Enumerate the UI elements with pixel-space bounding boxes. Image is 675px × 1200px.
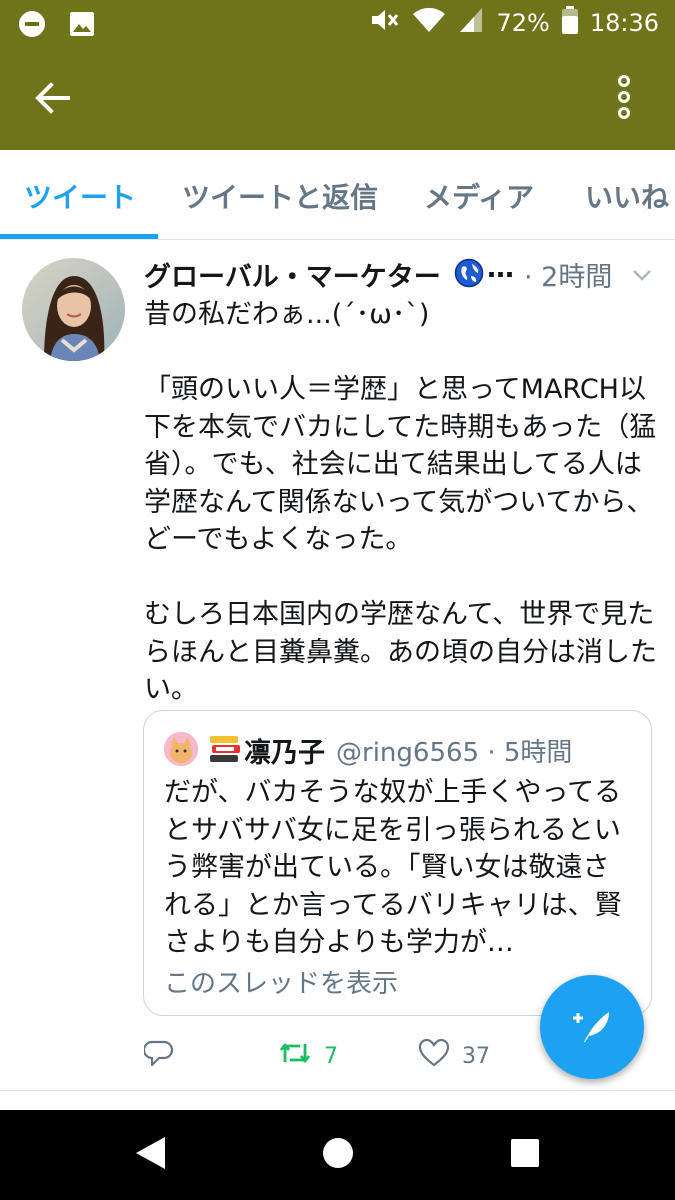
books-icon xyxy=(208,734,242,764)
tweet-timestamp[interactable]: · 2時間 xyxy=(524,255,612,294)
active-tab-indicator xyxy=(0,234,158,239)
compose-feather-icon xyxy=(567,1000,617,1054)
quoted-avatar xyxy=(164,732,198,766)
compose-tweet-button[interactable] xyxy=(540,975,644,1079)
reply-icon xyxy=(142,1038,174,1074)
signal-icon xyxy=(458,6,484,40)
tweet-header: グローバル・マーケター … · 2時間 xyxy=(144,253,664,295)
quoted-tweet[interactable]: 凛乃子 @ring6565 · 5時間 だが、バカそうな奴が上手くやってるとサバ… xyxy=(143,710,652,1016)
profile-tabs: ツイート ツイートと返信 メディア いいね xyxy=(0,150,675,240)
clock: 18:36 xyxy=(589,9,659,37)
triangle-back-icon xyxy=(133,1135,167,1175)
retweet-icon xyxy=(278,1038,312,1074)
image-icon xyxy=(68,10,96,42)
heart-icon xyxy=(418,1038,450,1074)
display-name[interactable]: グローバル・マーケター xyxy=(144,255,441,294)
system-nav-bar xyxy=(0,1110,675,1200)
retweet-count: 7 xyxy=(324,1043,338,1069)
wifi-icon xyxy=(412,6,446,40)
more-vertical-icon xyxy=(614,75,634,123)
mute-icon xyxy=(370,6,400,40)
arrow-left-icon xyxy=(34,82,70,118)
minus-circle-icon xyxy=(18,10,46,42)
more-options-button[interactable] xyxy=(599,74,649,124)
tweet[interactable]: グローバル・マーケター … · 2時間 昔の私だわぁ...(´･ω･`) 「頭の… xyxy=(0,241,675,1091)
tab-likes[interactable]: いいね xyxy=(585,176,669,216)
nav-recents-button[interactable] xyxy=(505,1135,545,1175)
quoted-handle-time: @ring6565 · 5時間 xyxy=(336,738,573,768)
like-count: 37 xyxy=(462,1043,490,1069)
name-overflow: … xyxy=(487,253,514,284)
show-thread-link[interactable]: このスレッドを表示 xyxy=(164,963,398,1000)
reply-button[interactable] xyxy=(142,1036,186,1076)
circle-home-icon xyxy=(321,1136,355,1174)
battery-icon xyxy=(561,6,578,40)
nav-back-button[interactable] xyxy=(130,1135,170,1175)
status-bar: 72% 18:36 xyxy=(0,0,675,48)
square-recents-icon xyxy=(510,1138,540,1172)
tab-tweets[interactable]: ツイート xyxy=(24,176,136,216)
avatar[interactable] xyxy=(22,258,125,361)
back-button[interactable] xyxy=(28,76,76,124)
tab-media[interactable]: メディア xyxy=(424,176,534,216)
like-button[interactable]: 37 xyxy=(418,1036,490,1076)
retweet-button[interactable]: 7 xyxy=(278,1036,338,1076)
tab-tweets-and-replies[interactable]: ツイートと返信 xyxy=(182,176,378,216)
quoted-display-name: 凛乃子 xyxy=(244,738,325,769)
chevron-down-icon[interactable] xyxy=(630,263,654,287)
app-bar xyxy=(0,48,675,150)
battery-percent: 72% xyxy=(496,9,550,37)
quoted-text: だが、バカそうな奴が上手くやってるとサバサバ女に足を引っ張られるという弊害が出て… xyxy=(164,777,622,958)
globe-icon xyxy=(454,258,484,288)
tweet-text: 昔の私だわぁ...(´･ω･`) 「頭のいい人＝学歴」と思ってMARCH以下を本… xyxy=(144,299,657,705)
nav-home-button[interactable] xyxy=(318,1135,358,1175)
